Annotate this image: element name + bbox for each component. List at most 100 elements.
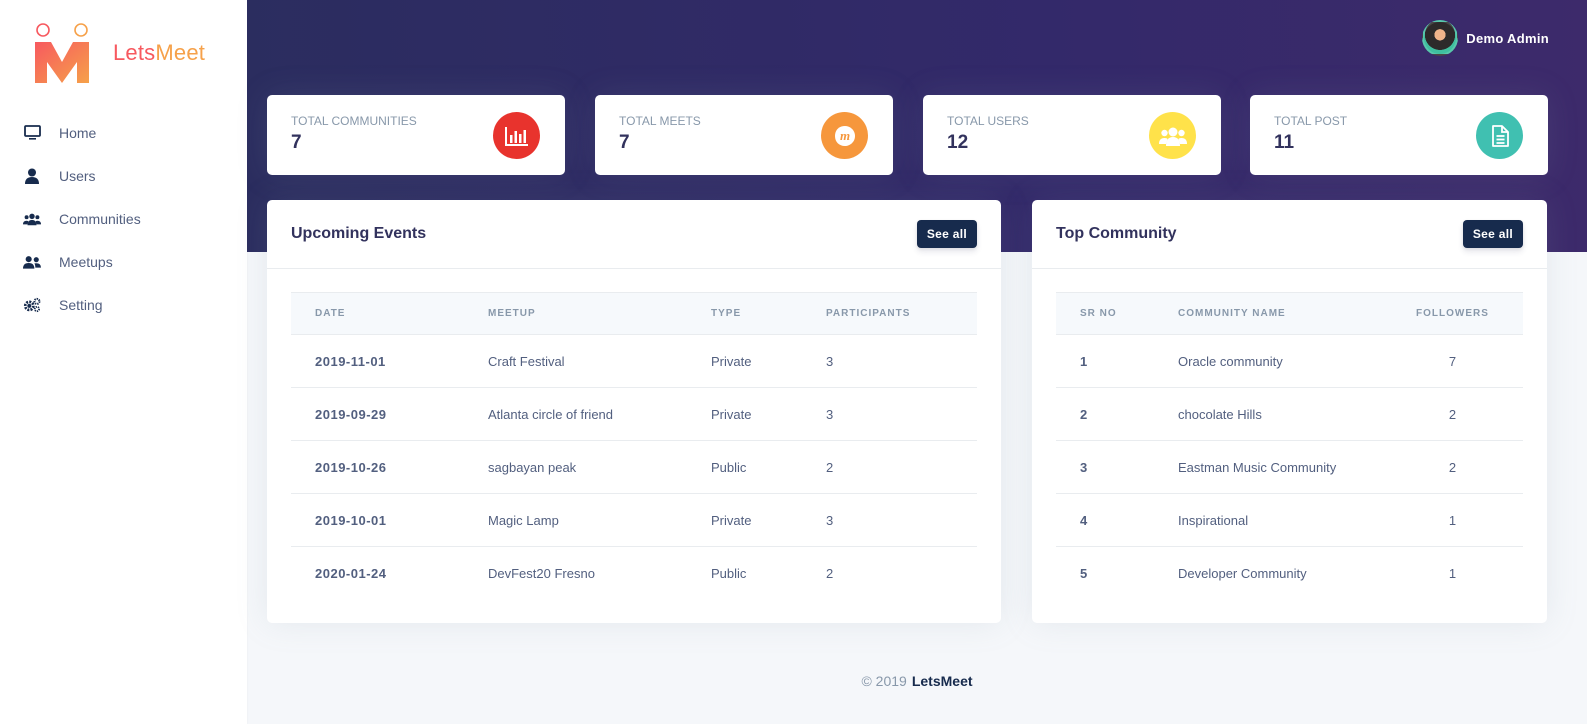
user-menu[interactable]: Demo Admin xyxy=(1422,20,1549,56)
event-date: 2019-11-01 xyxy=(291,334,464,388)
upcoming-events-panel: Upcoming Events See all DATE MEETUP TYPE… xyxy=(267,200,1001,623)
sidebar: LetsMeet Home Users Communities Meetups xyxy=(0,0,247,724)
community-name: chocolate Hills xyxy=(1154,387,1382,441)
sidebar-item-communities[interactable]: Communities xyxy=(0,197,247,240)
event-type: Public xyxy=(687,440,802,494)
sidebar-item-users[interactable]: Users xyxy=(0,154,247,197)
sidebar-item-label: Users xyxy=(59,167,96,184)
table-header-row: SR NO COMMUNITY NAME FOLLOWERS xyxy=(1056,292,1523,335)
event-meetup: DevFest20 Fresno xyxy=(488,565,595,581)
event-type: Private xyxy=(687,493,802,547)
community-name: Inspirational xyxy=(1154,493,1382,547)
cogs-icon xyxy=(23,296,41,314)
stat-title: TOTAL POST xyxy=(1274,114,1348,128)
stat-value: 7 xyxy=(291,132,302,153)
column-header[interactable]: DATE xyxy=(291,292,464,335)
sidebar-item-meetups[interactable]: Meetups xyxy=(0,240,247,283)
event-participants: 3 xyxy=(802,493,977,547)
community-rank: 3 xyxy=(1056,440,1154,494)
brand-name-part1: Lets xyxy=(113,40,156,65)
event-date: 2019-09-29 xyxy=(291,387,464,441)
brand[interactable]: LetsMeet xyxy=(33,22,205,84)
sidebar-item-label: Meetups xyxy=(59,253,113,270)
stat-value: 7 xyxy=(619,132,630,153)
community-rank: 1 xyxy=(1056,334,1154,388)
stat-title: TOTAL USERS xyxy=(947,114,1029,128)
community-followers: 1 xyxy=(1382,493,1523,547)
stat-card-posts: TOTAL POST 11 xyxy=(1250,95,1548,175)
see-all-communities-button[interactable]: See all xyxy=(1462,220,1523,248)
community-rank: 2 xyxy=(1056,387,1154,441)
column-header[interactable]: TYPE xyxy=(687,292,802,335)
table-row[interactable]: 2019-09-29 Atlanta circle of friend Priv… xyxy=(291,387,977,441)
stat-card-users: TOTAL USERS 12 xyxy=(923,95,1221,175)
stat-card-communities: TOTAL COMMUNITIES 7 xyxy=(267,95,565,175)
column-header[interactable]: COMMUNITY NAME xyxy=(1154,292,1382,335)
column-header[interactable]: SR NO xyxy=(1056,292,1154,335)
panel-title: Top Community xyxy=(1056,225,1177,242)
brand-name-part2: Meet xyxy=(155,40,206,65)
event-type: Private xyxy=(687,334,802,388)
panel-header: Upcoming Events See all xyxy=(267,200,1001,269)
community-rank: 5 xyxy=(1080,565,1088,581)
event-date: 2019-10-26 xyxy=(291,440,464,494)
table-row[interactable]: 1 Oracle community 7 xyxy=(1056,334,1523,388)
table-row[interactable]: 5 Developer Community 1 xyxy=(1056,547,1523,600)
table-row[interactable]: 3 Eastman Music Community 2 xyxy=(1056,440,1523,494)
brand-name: LetsMeet xyxy=(113,40,205,66)
event-type: Public xyxy=(711,565,747,581)
community-followers: 2 xyxy=(1382,440,1523,494)
event-meetup: sagbayan peak xyxy=(464,440,687,494)
avatar xyxy=(1422,20,1459,56)
table-row[interactable]: 2 chocolate Hills 2 xyxy=(1056,387,1523,441)
column-header[interactable]: MEETUP xyxy=(464,292,687,335)
table-row[interactable]: 2019-11-01 Craft Festival Private 3 xyxy=(291,334,977,388)
community-name: Developer Community xyxy=(1178,565,1307,581)
sidebar-item-home[interactable]: Home xyxy=(0,111,247,154)
event-type: Private xyxy=(687,387,802,441)
column-header[interactable]: FOLLOWERS xyxy=(1382,292,1523,335)
sidebar-item-label: Communities xyxy=(59,210,141,227)
events-table: DATE MEETUP TYPE PARTICIPANTS 2019-11-01… xyxy=(291,292,977,600)
event-participants: 3 xyxy=(802,387,977,441)
see-all-events-button[interactable]: See all xyxy=(916,220,977,248)
event-date: 2020-01-24 xyxy=(315,565,387,581)
community-followers: 1 xyxy=(1448,565,1457,581)
user-friends-icon xyxy=(23,253,41,271)
stats-row: TOTAL COMMUNITIES 7 TOTAL MEETS 7 m TOTA… xyxy=(267,95,1549,175)
stat-title: TOTAL COMMUNITIES xyxy=(291,114,417,128)
footer-copyright: © 2019 xyxy=(861,673,907,689)
users-group-icon xyxy=(23,210,41,228)
sidebar-item-label: Home xyxy=(59,124,97,141)
event-meetup: Craft Festival xyxy=(464,334,687,388)
sidebar-item-setting[interactable]: Setting xyxy=(0,283,247,326)
stat-value: 12 xyxy=(947,132,969,153)
monitor-icon xyxy=(23,124,41,142)
letsmeet-logo xyxy=(35,23,89,83)
table-row[interactable]: 2019-10-26 sagbayan peak Public 2 xyxy=(291,440,977,494)
stat-card-meets: TOTAL MEETS 7 m xyxy=(595,95,893,175)
footer-brand-link[interactable]: LetsMeet xyxy=(912,673,973,689)
community-followers: 7 xyxy=(1382,334,1523,388)
panel-header: Top Community See all xyxy=(1032,200,1547,269)
user-icon xyxy=(23,167,41,185)
event-participants: 2 xyxy=(802,440,977,494)
table-row[interactable]: 2020-01-24 DevFest20 Fresno Public 2 xyxy=(291,547,977,600)
event-date: 2019-10-01 xyxy=(291,493,464,547)
stat-value: 11 xyxy=(1274,132,1295,153)
community-table: SR NO COMMUNITY NAME FOLLOWERS 1 Oracle … xyxy=(1056,292,1523,600)
users-icon xyxy=(1149,112,1196,159)
community-rank: 4 xyxy=(1056,493,1154,547)
table-row[interactable]: 2019-10-01 Magic Lamp Private 3 xyxy=(291,493,977,547)
table-row[interactable]: 4 Inspirational 1 xyxy=(1056,493,1523,547)
column-header[interactable]: PARTICIPANTS xyxy=(802,292,977,335)
event-participants: 2 xyxy=(826,565,834,581)
footer: © 2019 LetsMeet xyxy=(247,673,1587,689)
meetup-icon: m xyxy=(821,112,868,159)
stat-title: TOTAL MEETS xyxy=(619,114,701,128)
chart-bar-icon xyxy=(493,112,540,159)
event-participants: 3 xyxy=(802,334,977,388)
community-followers: 2 xyxy=(1382,387,1523,441)
svg-text:m: m xyxy=(839,128,849,143)
event-meetup: Magic Lamp xyxy=(464,493,687,547)
